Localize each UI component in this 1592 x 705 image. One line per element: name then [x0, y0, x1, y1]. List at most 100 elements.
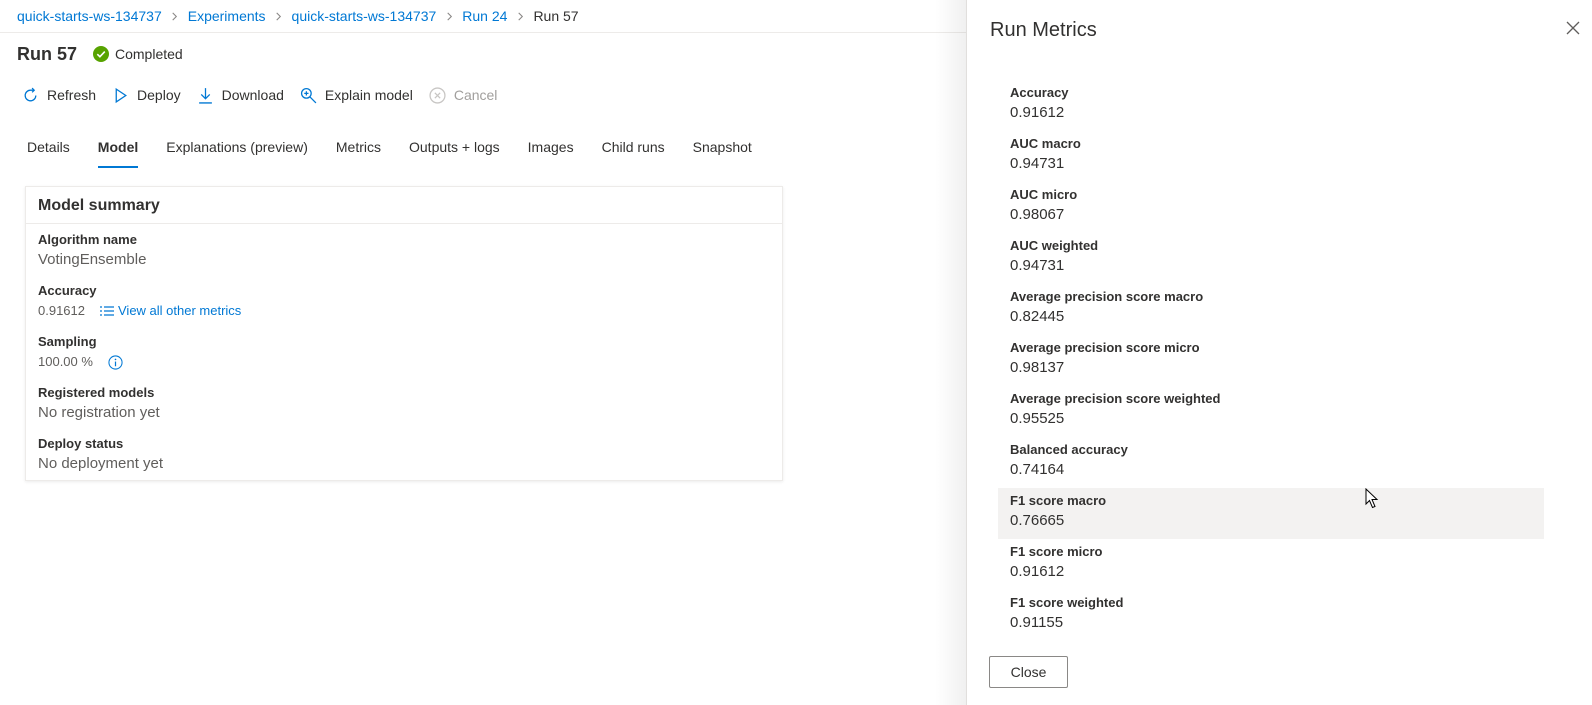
metric-name: Balanced accuracy	[1010, 442, 1128, 457]
deploy-label: Deploy	[137, 87, 181, 103]
metric-value: 0.94731	[1010, 257, 1065, 274]
registered-models-label: Registered models	[38, 385, 155, 400]
page-title: Run 57	[17, 44, 78, 64]
metric-name: F1 score micro	[1010, 544, 1103, 559]
accuracy-row: 0.91612 View all other metrics	[38, 301, 241, 321]
algorithm-label: Algorithm name	[38, 232, 137, 247]
check-circle-icon	[93, 46, 109, 62]
metric-name: AUC micro	[1010, 187, 1078, 202]
metric-value: 0.95525	[1010, 410, 1065, 427]
metric-item: F1 score weighted 0.91155	[998, 590, 1544, 641]
metric-value: 0.91612	[1010, 563, 1065, 580]
explain-model-label: Explain model	[324, 87, 413, 103]
metric-value: 0.98137	[1010, 359, 1065, 376]
refresh-label: Refresh	[47, 87, 97, 103]
chevron-right-icon	[266, 12, 292, 21]
view-all-metrics-link[interactable]: View all other metrics	[100, 301, 241, 321]
run-metrics-panel: Run Metrics Accuracy 0.91612 AUC macro 0…	[966, 0, 1592, 705]
metric-item: AUC micro 0.98067	[998, 182, 1544, 233]
close-button[interactable]: Close	[989, 656, 1068, 688]
metric-value: 0.91612	[1010, 104, 1065, 121]
status-badge: Completed	[93, 46, 183, 62]
metric-value: 0.94731	[1010, 155, 1065, 172]
download-icon	[198, 87, 212, 104]
toolbar: Refresh Deploy Download Explain model Ca…	[22, 84, 513, 106]
close-icon[interactable]	[1565, 20, 1581, 36]
sampling-value: 100.00 %	[38, 354, 93, 369]
accuracy-field: Accuracy 0.91612 View all other metrics	[38, 283, 241, 321]
tab-snapshot[interactable]: Snapshot	[693, 136, 752, 168]
sampling-row: 100.00 %	[38, 352, 123, 372]
magnifier-icon	[300, 87, 317, 103]
registered-models-value: No registration yet	[38, 404, 160, 421]
download-label: Download	[221, 87, 284, 103]
algorithm-field: Algorithm name VotingEnsemble	[38, 232, 146, 270]
registered-models-field: Registered models No registration yet	[38, 385, 160, 423]
tab-child-runs[interactable]: Child runs	[602, 136, 665, 168]
cancel-label: Cancel	[453, 87, 498, 103]
info-icon[interactable]	[108, 354, 123, 370]
status-text: Completed	[115, 46, 183, 62]
metric-name: AUC weighted	[1010, 238, 1099, 253]
metric-value: 0.82445	[1010, 308, 1065, 325]
breadcrumb-workspace[interactable]: quick-starts-ws-134737	[17, 8, 162, 24]
tab-images[interactable]: Images	[528, 136, 574, 168]
explain-model-button[interactable]: Explain model	[300, 87, 413, 104]
view-all-metrics-label: View all other metrics	[118, 303, 242, 318]
metric-item: F1 score macro 0.76665	[998, 488, 1544, 539]
breadcrumb-experiment[interactable]: quick-starts-ws-134737	[292, 8, 437, 24]
metric-name: Average precision score weighted	[1010, 391, 1221, 406]
deploy-status-label: Deploy status	[38, 436, 124, 451]
refresh-button[interactable]: Refresh	[22, 87, 96, 104]
accuracy-value: 0.91612	[38, 303, 85, 318]
metric-value: 0.76665	[1010, 512, 1065, 529]
metric-item: Average precision score macro 0.82445	[998, 284, 1544, 335]
metric-value: 0.74164	[1010, 461, 1065, 478]
metric-name: Accuracy	[1010, 85, 1069, 100]
accuracy-label: Accuracy	[38, 283, 97, 298]
chevron-right-icon	[436, 12, 462, 21]
metric-name: Average precision score macro	[1010, 289, 1204, 304]
tab-model[interactable]: Model	[97, 136, 139, 168]
metric-name: F1 score macro	[1010, 493, 1107, 508]
metric-name: AUC macro	[1010, 136, 1081, 151]
tab-outputs-logs[interactable]: Outputs + logs	[409, 136, 500, 168]
metric-value: 0.91155	[1010, 614, 1064, 631]
list-icon	[100, 306, 114, 316]
metric-item: F1 score micro 0.91612	[998, 539, 1544, 590]
panel-shadow	[935, 0, 966, 705]
card-title: Model summary	[26, 187, 782, 224]
tab-metrics[interactable]: Metrics	[336, 136, 381, 168]
metrics-list: Accuracy 0.91612 AUC macro 0.94731 AUC m…	[998, 80, 1544, 641]
chevron-right-icon	[162, 12, 188, 21]
chevron-right-icon	[507, 12, 533, 21]
tab-bar: Details Model Explanations (preview) Met…	[27, 136, 780, 168]
metric-item: Average precision score weighted 0.95525	[998, 386, 1544, 437]
metric-item: Average precision score micro 0.98137	[998, 335, 1544, 386]
algorithm-value: VotingEnsemble	[38, 251, 147, 268]
panel-title: Run Metrics	[990, 19, 1097, 41]
tab-explanations[interactable]: Explanations (preview)	[166, 136, 308, 168]
breadcrumb-parent-run[interactable]: Run 24	[462, 8, 507, 24]
cancel-button[interactable]: Cancel	[429, 86, 498, 104]
tab-details[interactable]: Details	[27, 136, 70, 168]
metric-item: AUC weighted 0.94731	[998, 233, 1544, 284]
deploy-status-value: No deployment yet	[38, 455, 164, 472]
refresh-icon	[24, 87, 37, 101]
breadcrumb: quick-starts-ws-134737 Experiments quick…	[0, 0, 980, 33]
metric-name: Average precision score micro	[1010, 340, 1200, 355]
breadcrumb-current-run: Run 57	[533, 8, 579, 24]
sampling-field: Sampling 100.00 %	[38, 334, 123, 372]
metric-item: Balanced accuracy 0.74164	[998, 437, 1544, 488]
metric-value: 0.98067	[1010, 206, 1065, 223]
download-button[interactable]: Download	[197, 87, 284, 104]
sampling-label: Sampling	[38, 334, 97, 349]
mouse-cursor-icon	[1365, 488, 1379, 509]
cancel-circle-icon	[429, 86, 446, 104]
deploy-status-field: Deploy status No deployment yet	[38, 436, 163, 474]
deploy-button[interactable]: Deploy	[112, 87, 181, 104]
play-icon	[115, 87, 127, 103]
metric-item: Accuracy 0.91612	[998, 80, 1544, 131]
breadcrumb-experiments[interactable]: Experiments	[188, 8, 266, 24]
model-summary-card: Model summary Algorithm name VotingEnsem…	[25, 186, 783, 481]
